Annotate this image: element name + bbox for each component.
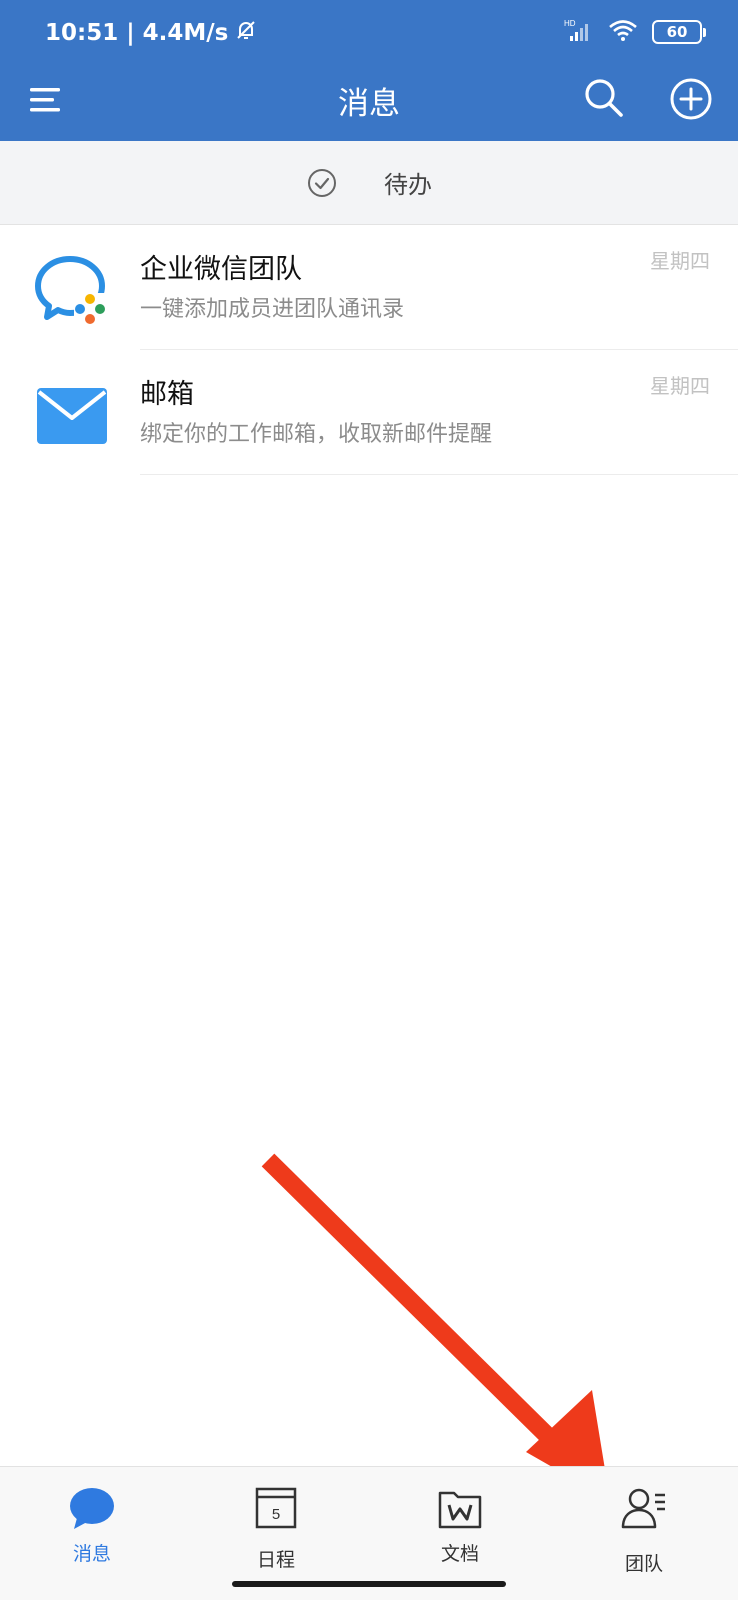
message-subtitle: 一键添加成员进团队通讯录 <box>140 297 405 322</box>
home-indicator[interactable] <box>232 1581 506 1587</box>
search-icon <box>585 79 623 117</box>
app-header: 10:51 | 4.4M/s HD 60 消息 <box>0 0 738 141</box>
network-badge: HD <box>564 19 576 28</box>
tab-docs[interactable]: 文档 <box>368 1467 552 1587</box>
muted-bell-icon <box>234 18 258 48</box>
message-text: 企业微信团队 一键添加成员进团队通讯录 星期四 <box>140 225 738 350</box>
tab-label: 团队 <box>624 1553 663 1575</box>
tab-schedule[interactable]: 5 日程 <box>184 1467 368 1587</box>
add-button[interactable] <box>668 76 714 122</box>
wifi-icon <box>608 18 638 46</box>
contacts-person-icon <box>621 1488 665 1529</box>
menu-button[interactable] <box>28 80 68 120</box>
battery-indicator: 60 <box>652 20 706 44</box>
calendar-icon: 5 <box>255 1487 297 1529</box>
status-left: 10:51 | 4.4M/s <box>45 18 258 48</box>
message-list: 企业微信团队 一键添加成员进团队通讯录 星期四 邮箱 绑定你的工作邮箱，收取新邮… <box>0 225 738 475</box>
check-circle-icon <box>308 168 336 197</box>
document-folder-icon <box>438 1491 482 1529</box>
mail-envelope-icon <box>34 378 110 454</box>
tab-label: 文档 <box>440 1543 479 1565</box>
signal-icon: HD <box>564 18 594 46</box>
tab-label: 消息 <box>72 1543 111 1565</box>
menu-icon <box>30 88 60 112</box>
search-button[interactable] <box>582 76 626 120</box>
chat-bubble-icon <box>70 1488 114 1529</box>
tab-team[interactable]: 团队 <box>552 1467 736 1587</box>
list-item[interactable]: 邮箱 绑定你的工作邮箱，收取新邮件提醒 星期四 <box>0 350 738 475</box>
toolbar: 消息 <box>0 66 738 141</box>
tab-messages[interactable]: 消息 <box>0 1467 184 1587</box>
battery-level: 60 <box>666 23 688 41</box>
message-text: 邮箱 绑定你的工作邮箱，收取新邮件提醒 星期四 <box>140 350 738 475</box>
todo-label: 待办 <box>384 171 432 199</box>
status-bar: 10:51 | 4.4M/s HD 60 <box>0 0 738 66</box>
tab-label: 日程 <box>256 1549 295 1571</box>
status-right: HD 60 <box>564 18 706 46</box>
message-time: 星期四 <box>650 249 710 273</box>
calendar-day: 5 <box>272 1506 280 1523</box>
message-title: 企业微信团队 <box>140 254 302 285</box>
list-item[interactable]: 企业微信团队 一键添加成员进团队通讯录 星期四 <box>0 225 738 350</box>
status-time: 10:51 | 4.4M/s <box>45 20 229 46</box>
bottom-nav: 消息 5 日程 文档 团队 <box>0 1466 738 1600</box>
plus-circle-icon <box>670 78 712 120</box>
wecom-team-logo-icon <box>34 253 110 329</box>
message-subtitle: 绑定你的工作邮箱，收取新邮件提醒 <box>140 422 493 447</box>
message-title: 邮箱 <box>140 379 194 410</box>
page-title: 消息 <box>338 86 400 122</box>
message-time: 星期四 <box>650 374 710 398</box>
todo-entry[interactable]: 待办 <box>0 141 738 225</box>
